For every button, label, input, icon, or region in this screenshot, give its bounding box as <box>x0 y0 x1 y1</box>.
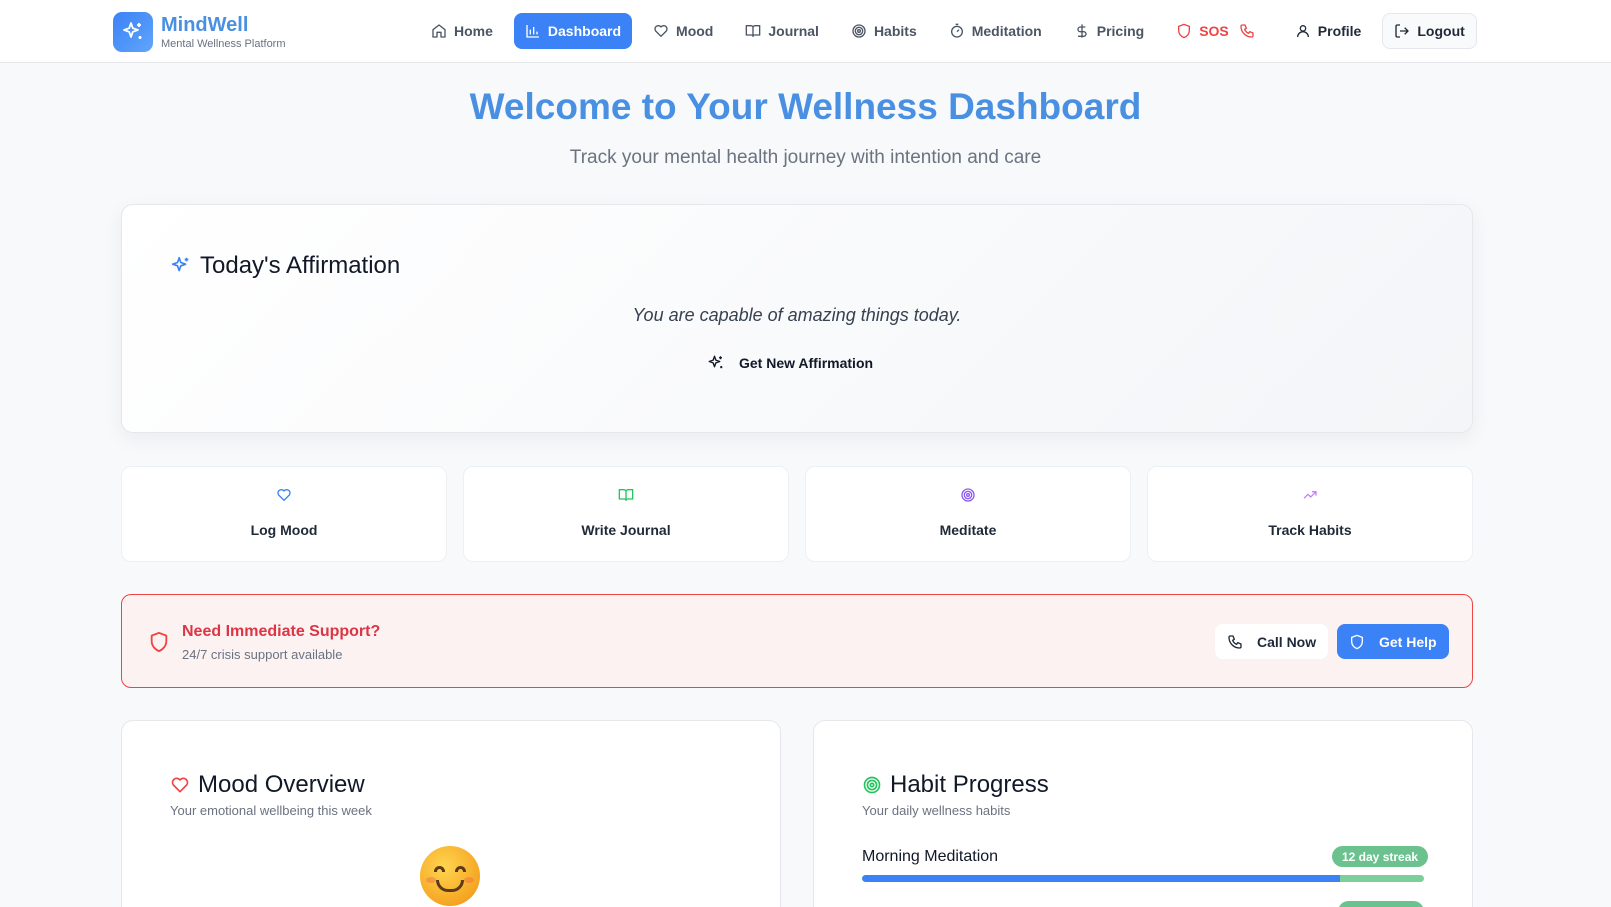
shield-icon <box>1178 23 1191 39</box>
get-help-button[interactable]: Get Help <box>1337 624 1449 659</box>
nav-dashboard[interactable]: Dashboard <box>513 13 633 49</box>
streak-badge-partial <box>1338 901 1424 907</box>
target-icon <box>961 488 975 502</box>
heart-icon <box>277 489 291 501</box>
habit-progress-card: Habit Progress Your daily wellness habit… <box>813 720 1473 907</box>
nav-meditation-label: Meditation <box>971 23 1042 39</box>
mood-overview-subtitle: Your emotional wellbeing this week <box>170 803 372 818</box>
smiling-face-emoji <box>420 846 480 906</box>
streak-badge: 12 day streak <box>1332 846 1429 867</box>
page-subtitle: Track your mental health journey with in… <box>569 147 1042 168</box>
shield-icon <box>150 631 168 653</box>
brand-tagline: Mental Wellness Platform <box>161 38 286 50</box>
nav-home[interactable]: Home <box>420 13 504 49</box>
habit-progress-heading: Habit Progress <box>862 771 1049 799</box>
trending-up-icon <box>1303 491 1317 499</box>
nav-home-label: Home <box>454 23 493 39</box>
nav-menu: Home Dashboard Mood Journal Habits Medit… <box>420 13 1487 49</box>
top-navbar: MindWell Mental Wellness Platform Home D… <box>0 0 1611 63</box>
mood-overview-heading: Mood Overview <box>170 771 365 799</box>
quick-action-label: Write Journal <box>581 522 671 538</box>
quick-action-track-habits[interactable]: Track Habits <box>1147 466 1473 562</box>
user-icon <box>1296 25 1309 38</box>
book-icon <box>618 489 634 501</box>
nav-journal-label: Journal <box>768 23 819 39</box>
dollar-icon <box>1077 24 1087 38</box>
affirmation-text: You are capable of amazing things today. <box>632 305 962 325</box>
nav-profile[interactable]: Profile <box>1284 13 1373 49</box>
logout-icon <box>1395 24 1410 38</box>
phone-icon <box>1240 24 1254 38</box>
sparkles-icon <box>113 12 153 52</box>
heart-icon <box>171 777 189 793</box>
support-title: Need Immediate Support? <box>182 623 381 640</box>
nav-pricing-label: Pricing <box>1096 23 1145 39</box>
sparkles-icon <box>171 256 189 272</box>
habit-progress-title: Habit Progress <box>890 771 1049 798</box>
nav-habits[interactable]: Habits <box>840 13 928 49</box>
nav-meditation[interactable]: Meditation <box>938 13 1053 49</box>
get-help-label: Get Help <box>1379 633 1437 650</box>
book-icon <box>746 25 761 37</box>
call-now-button[interactable]: Call Now <box>1215 624 1329 659</box>
nav-journal[interactable]: Journal <box>734 13 830 49</box>
habit-progress-bar <box>862 875 1424 882</box>
target-icon <box>863 776 881 794</box>
brand[interactable]: MindWell Mental Wellness Platform <box>113 12 286 52</box>
nav-mood-label: Mood <box>676 23 714 39</box>
affirmation-heading: Today's Affirmation <box>170 252 400 280</box>
quick-action-label: Meditate <box>939 522 997 538</box>
nav-sos-label: SOS <box>1199 23 1229 39</box>
mood-overview-card: Mood Overview Your emotional wellbeing t… <box>121 720 781 907</box>
phone-icon <box>1228 634 1242 649</box>
heart-icon <box>654 25 668 37</box>
shield-icon <box>1351 634 1363 649</box>
nav-habits-label: Habits <box>873 23 917 39</box>
page-title: Welcome to Your Wellness Dashboard <box>469 86 1142 127</box>
nav-sos[interactable]: SOS <box>1165 13 1266 49</box>
new-affirmation-label: Get New Affirmation <box>739 355 874 371</box>
affirmation-card: Today's Affirmation You are capable of a… <box>121 204 1473 433</box>
support-subtitle: 24/7 crisis support available <box>182 647 343 662</box>
nav-profile-label: Profile <box>1317 23 1362 39</box>
logout-button[interactable]: Logout <box>1382 13 1477 49</box>
bar-chart-icon <box>526 25 539 38</box>
quick-action-label: Log Mood <box>250 522 318 538</box>
habit-progress-fill <box>862 875 1340 882</box>
quick-action-write-journal[interactable]: Write Journal <box>463 466 789 562</box>
crisis-support-banner: Need Immediate Support? 24/7 crisis supp… <box>121 594 1473 688</box>
habit-progress-subtitle: Your daily wellness habits <box>862 803 1011 818</box>
logout-label: Logout <box>1417 23 1465 39</box>
quick-action-log-mood[interactable]: Log Mood <box>121 466 447 562</box>
timer-icon <box>950 23 963 38</box>
quick-action-label: Track Habits <box>1268 522 1352 538</box>
new-affirmation-button[interactable]: Get New Affirmation <box>707 351 873 375</box>
home-icon <box>432 24 446 38</box>
nav-dashboard-label: Dashboard <box>547 23 622 39</box>
habit-name: Morning Meditation <box>862 848 999 865</box>
mood-overview-title: Mood Overview <box>198 771 365 798</box>
affirmation-title: Today's Affirmation <box>200 252 401 279</box>
nav-pricing[interactable]: Pricing <box>1063 13 1155 49</box>
nav-mood[interactable]: Mood <box>642 13 724 49</box>
call-now-label: Call Now <box>1257 633 1317 650</box>
brand-name: MindWell <box>161 14 249 36</box>
quick-action-meditate[interactable]: Meditate <box>805 466 1131 562</box>
target-icon <box>852 24 866 38</box>
sparkles-icon <box>708 355 723 369</box>
